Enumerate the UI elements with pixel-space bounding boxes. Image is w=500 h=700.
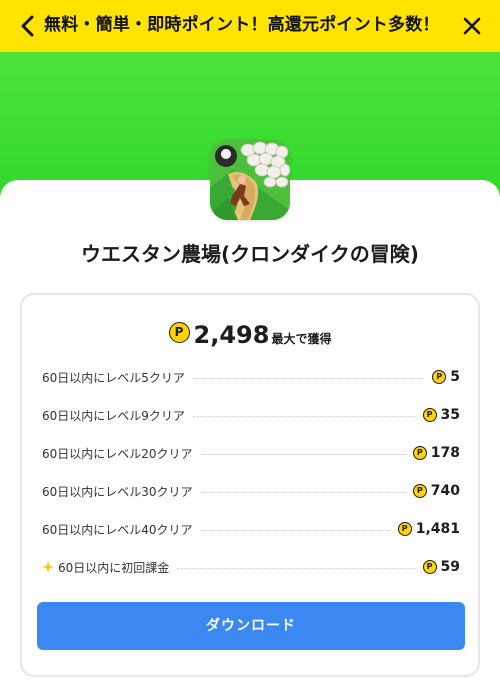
point-coin-icon: P [422, 560, 437, 574]
reward-task-row: 60日以内にレベル40クリア P 1,481 [42, 517, 460, 541]
point-coin-icon: P [412, 484, 427, 498]
top-bar: 無料・簡単・即時ポイント！高還元ポイント多数！ [0, 0, 500, 52]
task-label: 60日以内にレベル5クリア [42, 370, 185, 385]
app-title: ウエスタン農場(クロンダイクの冒険) [81, 242, 419, 266]
task-label: 60日以内にレベル40クリア [42, 522, 193, 537]
total-points: P 2,498 最大で獲得 [22, 321, 478, 349]
download-button[interactable]: ダウンロード [37, 602, 465, 650]
task-points: 1,481 [415, 521, 460, 537]
point-coin-icon: P [412, 446, 427, 460]
point-coin-icon: P [397, 522, 412, 536]
task-label: 60日以内にレベル30クリア [42, 484, 193, 499]
reward-task-row: 60日以内に初回課金 P 59 [42, 555, 460, 579]
point-coin-icon: P [422, 408, 437, 422]
task-label: 60日以内にレベル9クリア [42, 408, 185, 423]
task-points: 178 [430, 445, 460, 461]
task-label: 60日以内にレベル20クリア [42, 446, 193, 461]
task-points: 35 [440, 407, 460, 423]
total-points-value: 2,498 [193, 321, 270, 349]
header-title: 無料・簡単・即時ポイント！高還元ポイント多数！ [44, 15, 440, 35]
reward-task-row: 60日以内にレベル9クリア P 35 [42, 403, 460, 427]
reward-task-row: 60日以内にレベル30クリア P 740 [42, 479, 460, 503]
task-points: 5 [450, 369, 460, 385]
task-label: 60日以内に初回課金 [58, 560, 170, 575]
point-coin-icon: P [168, 321, 190, 343]
dotted-leader [200, 453, 405, 455]
task-points: 740 [430, 483, 460, 499]
dotted-leader [192, 415, 415, 417]
dotted-leader [192, 377, 425, 379]
reward-card: P 2,498 最大で獲得 60日以内にレベル5クリア P 5 60日以内にレベル9… [20, 293, 480, 677]
reward-task-row: 60日以内にレベル20クリア P 178 [42, 441, 460, 465]
dotted-leader [200, 529, 390, 531]
reward-task-row: 60日以内にレベル5クリア P 5 [42, 365, 460, 389]
close-icon[interactable] [461, 15, 483, 37]
sparkle-icon [42, 561, 54, 573]
back-chevron-icon[interactable] [17, 14, 39, 38]
total-points-suffix: 最大で獲得 [271, 331, 332, 346]
app-icon [210, 140, 290, 220]
task-points: 59 [440, 559, 460, 575]
point-coin-icon: P [432, 370, 447, 384]
dotted-leader [200, 491, 405, 493]
dotted-leader [177, 567, 415, 569]
